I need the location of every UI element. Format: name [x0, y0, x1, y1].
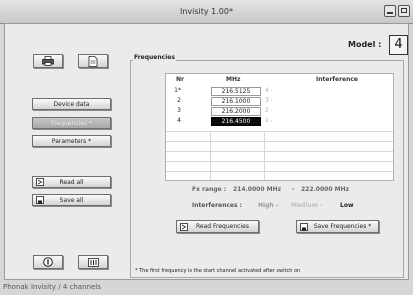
interferences-label: Interferences : — [192, 202, 243, 209]
interference-value: 4 - — [265, 87, 273, 94]
mhz-field-selected[interactable]: 216.4500 — [211, 117, 261, 126]
table-row[interactable]: 2 216.1000 3 - — [166, 97, 393, 106]
read-icon — [36, 178, 44, 186]
header-mhz: MHz — [226, 76, 241, 83]
printer-icon — [42, 56, 54, 66]
grid-line — [166, 131, 393, 132]
fx-range-separator: - — [292, 186, 295, 193]
save-all-button[interactable]: Save all — [32, 194, 111, 206]
save-frequencies-label: Save Frequencies * — [313, 223, 372, 230]
info-icon — [87, 258, 99, 267]
fx-range-label: Fx range : — [192, 186, 227, 193]
maximize-button[interactable] — [398, 5, 410, 17]
maximize-icon — [401, 8, 407, 13]
minimize-icon — [387, 12, 393, 14]
device-data-button[interactable]: Device data — [32, 98, 111, 110]
grid-line — [210, 131, 211, 180]
device-data-label: Device data — [53, 101, 90, 108]
print-button[interactable] — [33, 54, 63, 68]
parameters-label: Parameters * — [51, 138, 92, 145]
window-title: Invisity 1.00* — [179, 7, 233, 16]
level-medium: Medium - — [291, 202, 323, 209]
grid-line — [166, 151, 393, 152]
table-row[interactable]: 3 216.2000 2 - — [166, 107, 393, 116]
row-nr: 4 — [177, 117, 181, 124]
grid-line — [166, 171, 393, 172]
row-nr: 1* — [174, 87, 181, 94]
mhz-field[interactable]: 216.2000 — [211, 107, 261, 116]
level-high: High - — [258, 202, 279, 209]
interference-value: 1 - — [265, 117, 273, 124]
app-window: Invisity 1.00* Model : 4 Device data Fre… — [0, 0, 413, 295]
row-nr: 2 — [177, 97, 181, 104]
title-bar: Invisity 1.00* — [0, 0, 413, 24]
document-icon — [88, 56, 98, 67]
frequency-table: Nr MHz Interference 1* 216.5125 4 - 2 21… — [165, 73, 394, 181]
info-button[interactable] — [78, 255, 108, 269]
model-label: Model : — [348, 40, 382, 49]
parameters-button[interactable]: Parameters * — [32, 135, 111, 147]
interference-value: 3 - — [265, 97, 273, 104]
frequencies-nav-button[interactable]: Frequencies * — [32, 117, 111, 129]
read-frequencies-label: Read Frequencies — [196, 223, 249, 230]
frequencies-nav-label: Frequencies * — [51, 120, 92, 127]
footnote: * The first frequency is the start chann… — [135, 268, 301, 274]
grid-line — [166, 161, 393, 162]
table-row[interactable]: 1* 216.5125 4 - — [166, 87, 393, 96]
read-icon — [180, 223, 188, 231]
save-icon — [300, 223, 308, 231]
header-nr: Nr — [176, 76, 184, 83]
grid-line — [166, 141, 393, 142]
fx-range-min: 214.0000 MHz — [233, 186, 282, 193]
fx-range-max: 222.0000 MHz — [301, 186, 350, 193]
level-low: Low — [340, 202, 354, 209]
read-all-button[interactable]: Read all — [32, 176, 111, 188]
grid-line — [264, 131, 265, 180]
mhz-field[interactable]: 216.1000 — [211, 97, 261, 106]
help-icon — [43, 257, 53, 267]
save-icon — [36, 196, 44, 204]
save-frequencies-button[interactable]: Save Frequencies * — [296, 220, 379, 233]
interference-value: 2 - — [265, 107, 273, 114]
status-bar: Phonak Invisity / 4 channels — [3, 283, 101, 291]
minimize-button[interactable] — [384, 5, 396, 17]
read-all-label: Read all — [59, 179, 84, 186]
document-button[interactable] — [78, 54, 108, 68]
table-row[interactable]: 4 216.4500 1 - — [166, 117, 393, 126]
frequencies-legend: Frequencies — [133, 54, 176, 61]
read-frequencies-button[interactable]: Read Frequencies — [176, 220, 259, 233]
header-interference: Interference — [316, 76, 359, 83]
row-nr: 3 — [177, 107, 181, 114]
help-button[interactable] — [33, 255, 63, 269]
mhz-field[interactable]: 216.5125 — [211, 87, 261, 96]
save-all-label: Save all — [59, 197, 84, 204]
model-value: 4 — [389, 35, 408, 55]
